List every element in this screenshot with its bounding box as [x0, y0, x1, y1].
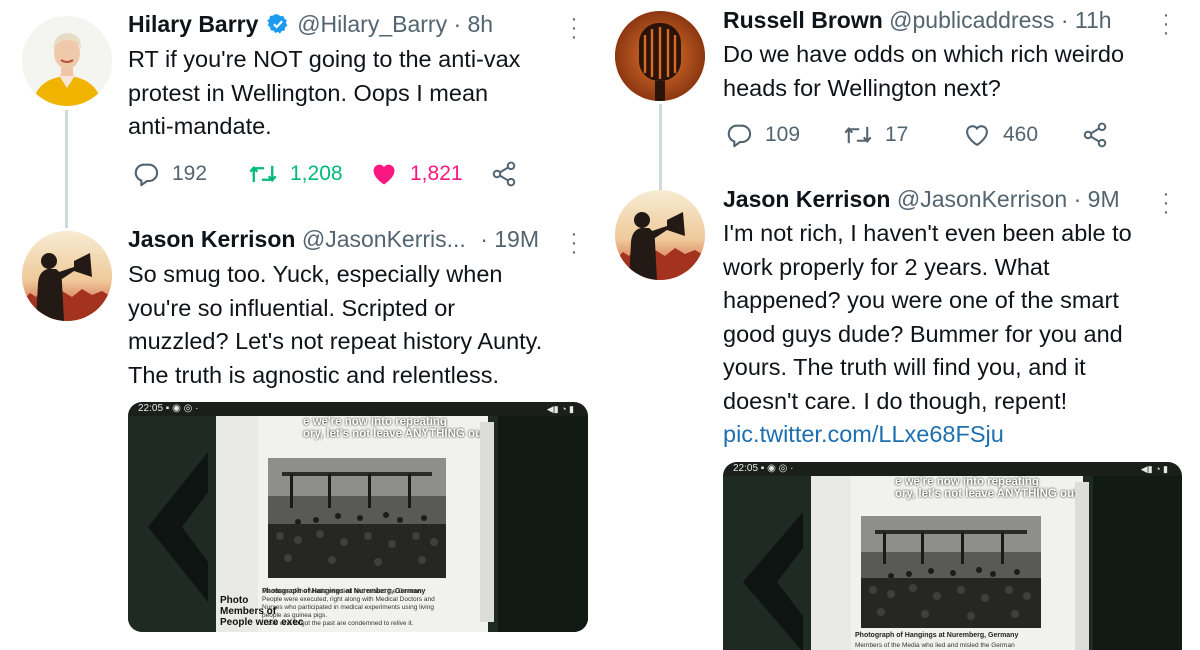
reply-count: 192 — [172, 162, 208, 185]
tweet-text: RT if you're NOT going to the anti-vax p… — [128, 46, 521, 139]
reply-count: 109 — [765, 123, 801, 146]
tweet-media-link[interactable]: pic.twitter.com/LLxe68FSju — [723, 418, 1193, 452]
tweet-actions: 192 1,208 1,821 — [132, 160, 518, 188]
tweet-header: Jason Kerrison @JasonKerrison · 9M — [723, 186, 1120, 213]
author-handle[interactable]: @JasonKerris... — [302, 226, 466, 252]
share-button[interactable] — [490, 160, 518, 188]
video-overlay-text: e we're now into repeating ory, let's no… — [303, 416, 486, 440]
poster-caption: Members of the Media who lied and misled… — [855, 642, 1015, 649]
like-count: 1,821 — [410, 162, 463, 185]
more-icon[interactable]: · · · — [1161, 5, 1171, 43]
avatar-jason-kerrison[interactable] — [22, 231, 112, 321]
tweet-timestamp[interactable]: · 8h — [453, 11, 493, 37]
tweet-actions: 109 17 460 — [725, 121, 1109, 149]
tweet-text: So smug too. Yuck, especially when you'r… — [128, 261, 543, 388]
more-icon[interactable]: · · · — [569, 224, 579, 262]
retweet-button[interactable]: 17 — [843, 121, 963, 149]
tweet-text: Do we have odds on which rich weirdo hea… — [723, 41, 1125, 101]
phone-status-bar: 22:05 ▪ ◉ ◎ · ◀▮ ◔ ▮ — [733, 463, 1168, 474]
retweet-button[interactable]: 1,208 — [248, 160, 370, 188]
retweet-icon — [249, 165, 277, 183]
poster-lower-text: Photo Members of People were exec — [220, 595, 304, 628]
tweet-media-image[interactable]: 22:05 ▪ ◉ ◎ · ◀▮ ◔ ▮ Photograph of Hangi… — [128, 402, 588, 632]
like-button[interactable]: 1,821 — [370, 160, 490, 188]
author-name[interactable]: Jason Kerrison — [128, 226, 295, 252]
author-handle[interactable]: @publicaddress — [889, 7, 1054, 33]
left-screenshot-panel: Hilary Barry @Hilary_Barry · 8h · · · RT i… — [0, 0, 600, 650]
tweet-timestamp[interactable]: · 11h — [1061, 7, 1112, 33]
author-name[interactable]: Jason Kerrison — [723, 186, 890, 212]
play-chevron-shape — [148, 452, 208, 602]
reply-button[interactable]: 109 — [725, 121, 843, 149]
author-handle[interactable]: @JasonKerrison — [897, 186, 1067, 212]
author-name[interactable]: Hilary Barry — [128, 11, 258, 37]
tweet-header: Jason Kerrison @JasonKerris... · 19M — [128, 226, 539, 253]
poster-image: Photograph of Hangings at Nuremberg, Ger… — [851, 476, 1083, 650]
avatar-hilary-barry[interactable] — [22, 16, 112, 106]
more-icon[interactable]: · · · — [1161, 184, 1171, 222]
thread-connector-line — [659, 104, 662, 192]
share-icon — [1083, 122, 1107, 148]
author-name[interactable]: Russell Brown — [723, 7, 883, 33]
avatar-russell-brown[interactable] — [615, 11, 705, 101]
reply-icon — [727, 124, 752, 148]
thread-connector-line — [65, 110, 68, 228]
share-icon — [492, 161, 516, 187]
play-chevron-shape — [743, 512, 803, 650]
retweet-count: 17 — [885, 123, 909, 146]
tweet-media-image[interactable]: 22:05 ▪ ◉ ◎ · ◀▮ ◔ ▮ Photograph of Hangi… — [723, 462, 1182, 650]
author-handle[interactable]: @Hilary_Barry — [297, 11, 447, 37]
verified-badge-icon — [266, 13, 289, 41]
like-icon — [373, 164, 395, 185]
tweet-text: I'm not rich, I haven't even been able t… — [723, 217, 1193, 452]
tweet-header: Hilary Barry @Hilary_Barry · 8h — [128, 11, 493, 41]
reply-button[interactable]: 192 — [132, 160, 248, 188]
avatar-jason-kerrison[interactable] — [615, 190, 705, 280]
phone-status-bar: 22:05 ▪ ◉ ◎ · ◀▮ ◔ ▮ — [138, 403, 574, 414]
video-overlay-text: e we're now into repeating ory, let's no… — [895, 476, 1078, 500]
more-icon[interactable]: · · · — [569, 9, 579, 47]
tweet-timestamp[interactable]: · 9M — [1074, 186, 1120, 212]
retweet-count: 1,208 — [290, 162, 343, 185]
retweet-icon — [844, 126, 872, 144]
like-icon — [966, 125, 988, 147]
like-button[interactable]: 460 — [963, 121, 1081, 149]
like-count: 460 — [1003, 123, 1039, 146]
right-screenshot-panel: Russell Brown @publicaddress · 11h · · · D… — [605, 0, 1200, 650]
reply-icon — [134, 163, 159, 187]
tweet-timestamp[interactable]: · 19M — [480, 226, 539, 252]
share-button[interactable] — [1081, 121, 1109, 149]
tweet-header: Russell Brown @publicaddress · 11h — [723, 7, 1112, 34]
